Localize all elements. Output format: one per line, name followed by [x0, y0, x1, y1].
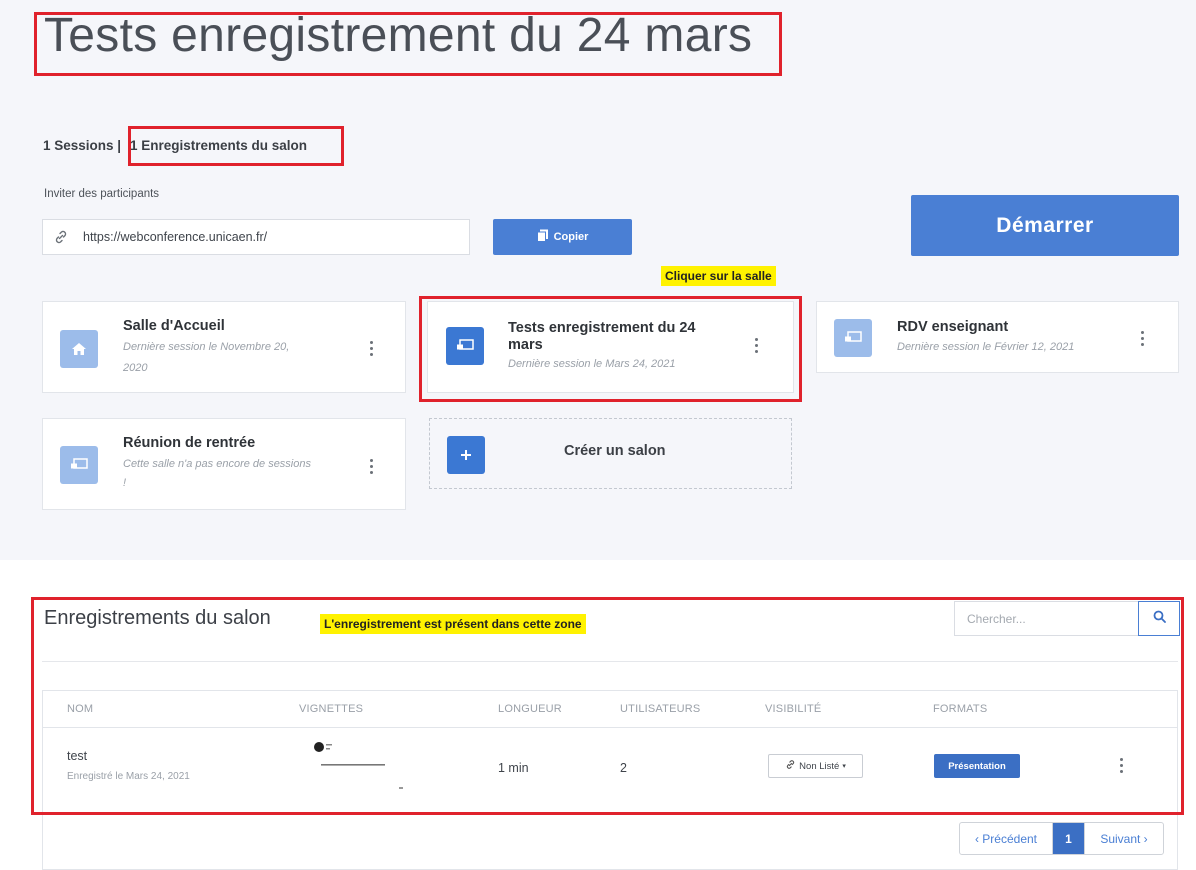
link-icon	[53, 229, 69, 250]
previous-page-button[interactable]: ‹ Précédent	[960, 823, 1053, 854]
sessions-count: 1 Sessions |	[43, 138, 122, 153]
more-options-icon[interactable]	[370, 459, 374, 474]
copy-label: Copier	[553, 231, 589, 243]
copy-button[interactable]: Copier	[493, 219, 632, 255]
room-card-rdv-enseignant[interactable]: RDV enseignant Dernière session le Févri…	[816, 301, 1179, 373]
room-subtitle: Dernière session le Février 12, 2021	[897, 341, 1075, 353]
create-room-card[interactable]: Créer un salon	[429, 418, 792, 489]
room-title: Réunion de rentrée	[123, 435, 256, 451]
invite-label: Inviter des participants	[44, 188, 160, 200]
room-subtitle: 2020	[123, 362, 148, 374]
more-options-icon[interactable]	[1141, 331, 1145, 346]
room-title: Salle d'Accueil	[123, 318, 225, 334]
create-room-label: Créer un salon	[564, 443, 666, 459]
home-icon	[60, 330, 98, 368]
room-icon	[834, 319, 872, 357]
current-page[interactable]: 1	[1053, 823, 1084, 854]
next-page-button[interactable]: Suivant ›	[1084, 823, 1163, 854]
room-subtitle: Cette salle n'a pas encore de sessions	[123, 458, 311, 470]
room-title: RDV enseignant	[897, 319, 1009, 335]
annotation-box-room	[419, 296, 802, 402]
annotation-click-room: Cliquer sur la salle	[661, 266, 776, 286]
annotation-box-recordings-zone	[31, 597, 1184, 815]
plus-icon	[447, 436, 485, 474]
pagination: ‹ Précédent 1 Suivant ›	[959, 822, 1164, 855]
room-card-salle-accueil[interactable]: Salle d'Accueil Dernière session le Nove…	[42, 301, 406, 393]
invite-url: https://webconference.unicaen.fr/	[83, 230, 268, 244]
room-subtitle: Dernière session le Novembre 20,	[123, 341, 290, 353]
more-options-icon[interactable]	[370, 341, 374, 356]
copy-icon	[536, 229, 549, 245]
room-card-reunion-rentree[interactable]: Réunion de rentrée Cette salle n'a pas e…	[42, 418, 406, 510]
invite-url-field[interactable]: https://webconference.unicaen.fr/	[42, 219, 470, 255]
annotation-box-title	[34, 12, 782, 76]
start-button[interactable]: Démarrer	[911, 195, 1179, 256]
annotation-box-recordings	[128, 126, 344, 166]
room-icon	[60, 446, 98, 484]
room-subtitle: !	[123, 477, 127, 489]
